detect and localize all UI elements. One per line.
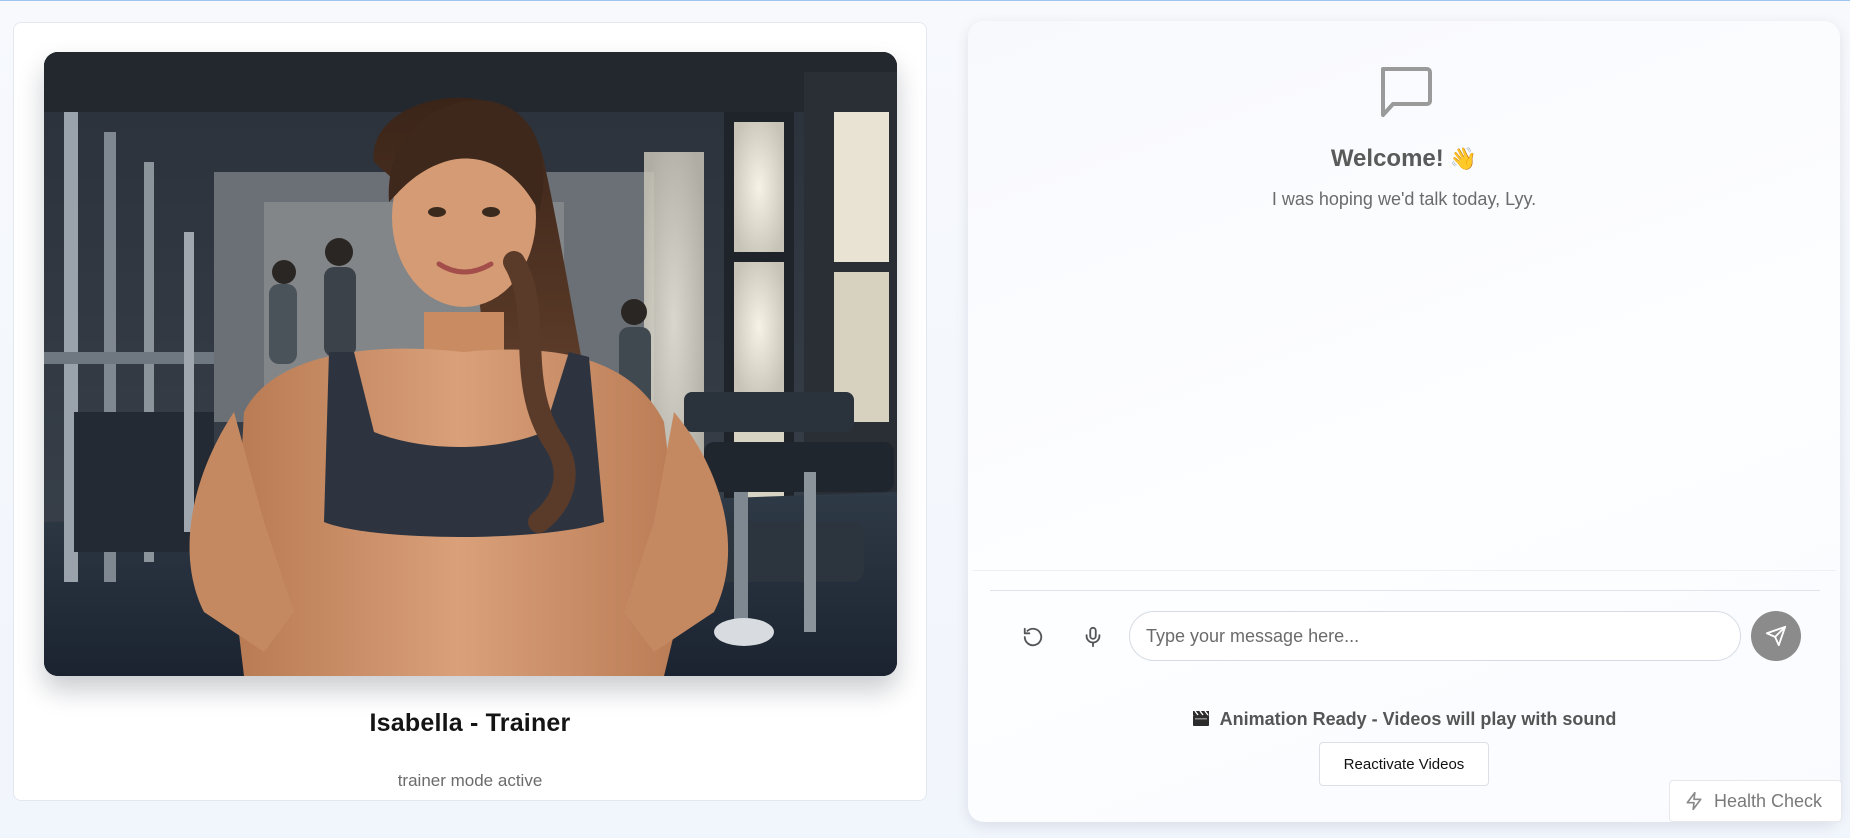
divider xyxy=(990,590,1820,591)
microphone-button[interactable] xyxy=(1074,618,1112,656)
reset-chat-button[interactable] xyxy=(1014,618,1052,656)
clapperboard-icon xyxy=(1192,710,1209,726)
message-square-icon xyxy=(1381,67,1432,117)
character-portrait xyxy=(44,52,897,676)
microphone-icon xyxy=(1085,626,1101,648)
character-card: Isabella - Trainer trainer mode active xyxy=(13,22,927,801)
top-accent-line xyxy=(0,0,1850,1)
health-check-button[interactable]: Health Check xyxy=(1669,780,1842,822)
rotate-ccw-icon xyxy=(1023,627,1043,647)
chat-panel: Welcome! 👋 I was hoping we'd talk today, … xyxy=(968,21,1840,822)
send-icon xyxy=(1765,625,1787,647)
character-name: Isabella - Trainer xyxy=(369,709,571,737)
welcome-title-text: Welcome! xyxy=(1330,145,1444,172)
character-status: trainer mode active xyxy=(397,771,543,790)
wave-emoji: 👋 xyxy=(1449,146,1478,171)
message-input[interactable] xyxy=(1129,611,1741,661)
animation-status: Animation Ready - Videos will play with … xyxy=(968,709,1840,730)
divider xyxy=(972,570,1836,571)
welcome-subtitle: I was hoping we'd talk today, Lyy. xyxy=(1271,189,1537,209)
animation-status-text: Animation Ready - Videos will play with … xyxy=(1219,709,1617,729)
health-check-label: Health Check xyxy=(1714,790,1823,811)
welcome-title: Welcome! 👋 xyxy=(968,145,1840,173)
zap-icon xyxy=(1686,791,1702,811)
send-button[interactable] xyxy=(1751,611,1801,661)
reactivate-videos-button[interactable]: Reactivate Videos xyxy=(1319,742,1489,786)
